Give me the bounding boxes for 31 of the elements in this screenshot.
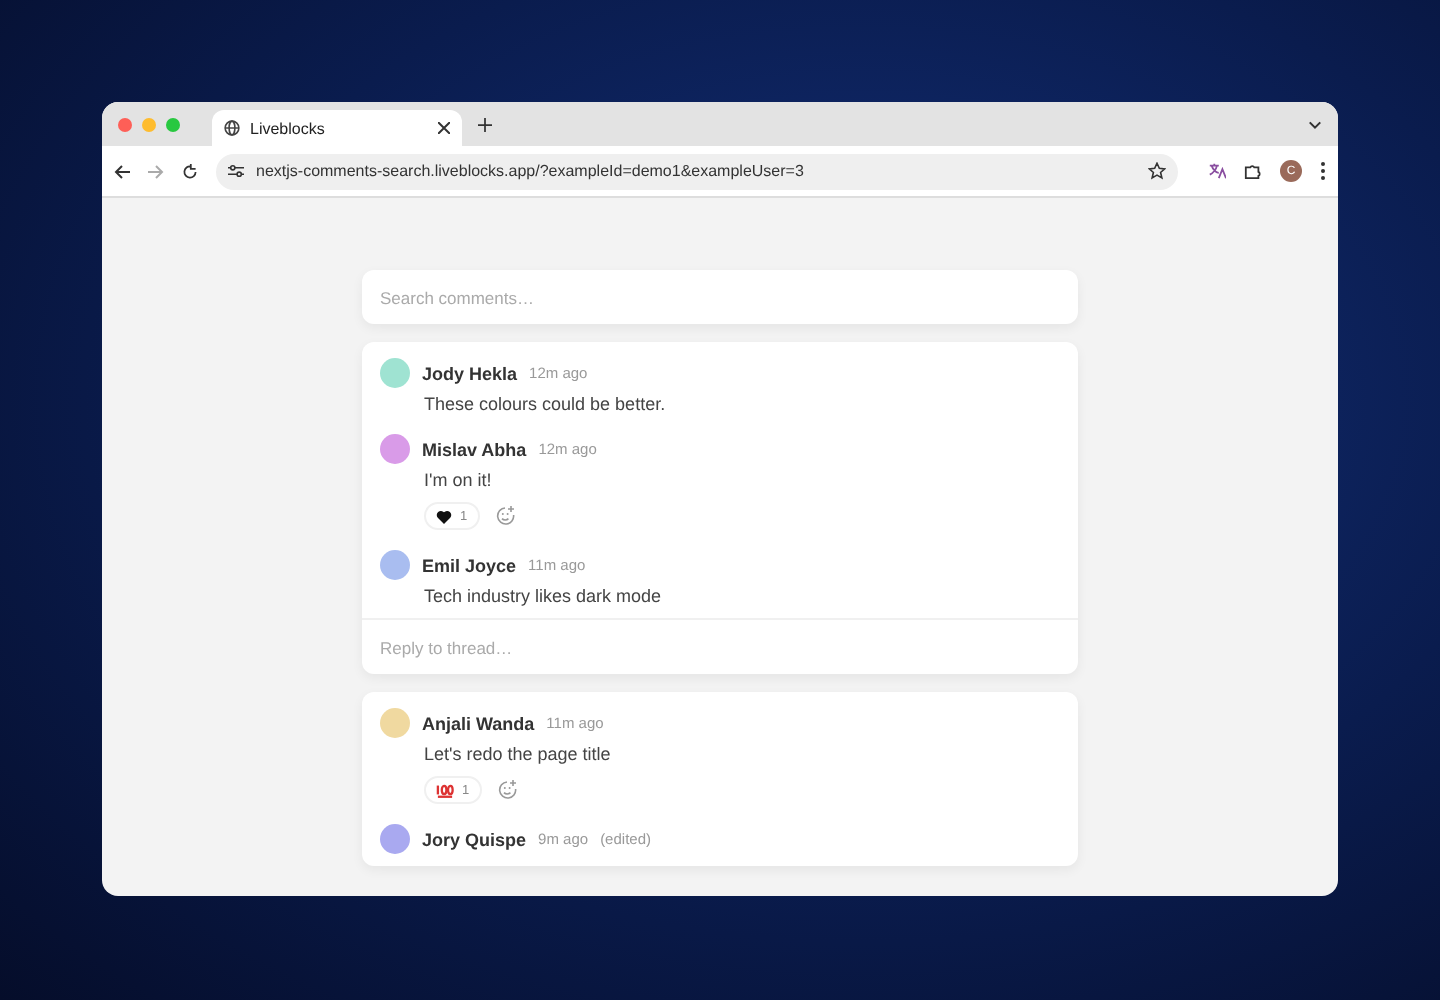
comment-text: These colours could be better. (424, 394, 668, 414)
heart-icon (436, 509, 452, 523)
reload-icon[interactable] (182, 163, 198, 179)
more-icon[interactable] (1320, 162, 1326, 180)
close-icon[interactable] (438, 122, 450, 134)
translate-icon[interactable] (1208, 162, 1226, 180)
back-arrow-icon[interactable] (114, 163, 130, 179)
add-reaction-button[interactable] (493, 776, 522, 804)
browser-tab[interactable]: Liveblocks (212, 110, 462, 146)
author-name: Jory Quispe (422, 829, 527, 849)
search-field[interactable]: Search comments… (362, 270, 1078, 324)
author-name: Anjali Wanda (422, 713, 535, 733)
comment-text: Tech industry likes dark mode (424, 586, 664, 606)
reply-field[interactable]: Reply to thread… (362, 618, 1078, 674)
address-bar[interactable]: nextjs-comments-search.liveblocks.app/?exampleId=demo1&exampleUser=3 (216, 153, 1178, 189)
add-reaction-button[interactable] (491, 502, 520, 530)
new-tab-icon[interactable] (478, 117, 492, 131)
tab-title: Liveblocks (250, 119, 327, 137)
comment-text: I'm on it! (424, 470, 494, 490)
chevron-down-icon[interactable] (1308, 119, 1322, 129)
globe-icon (224, 120, 240, 136)
smiley-plus-icon (495, 506, 516, 526)
author-name: Jody Hekla (422, 363, 518, 383)
author-name: Mislav Abha (422, 439, 527, 459)
star-icon[interactable] (1148, 162, 1166, 180)
smiley-plus-icon (497, 780, 518, 800)
hundred-points-icon (436, 782, 454, 798)
comment-text: Let's redo the page title (424, 744, 613, 764)
url-text: nextjs-comments-search.liveblocks.app/?exampleId=demo1&exampleUser=3 (256, 162, 806, 180)
author-name: Emil Joyce (422, 555, 517, 575)
tune-icon[interactable] (228, 164, 244, 178)
